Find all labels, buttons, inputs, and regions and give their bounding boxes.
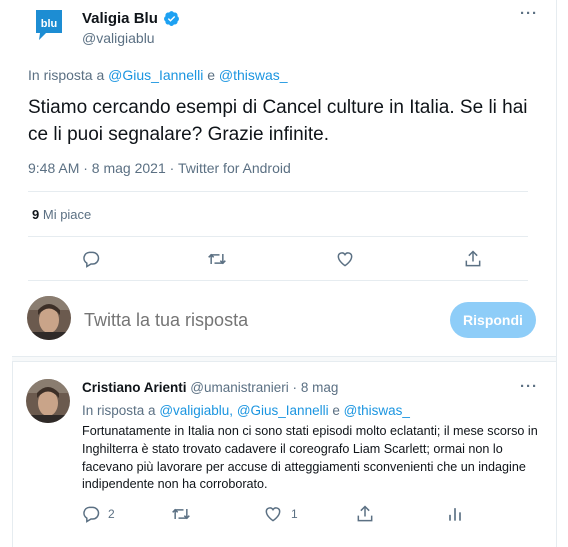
reply-prefix: In risposta a: [28, 67, 105, 83]
mention-link[interactable]: @Gius_Iannelli: [237, 403, 329, 418]
reply-count: 2: [108, 507, 115, 521]
logo-text: blu: [41, 18, 58, 30]
reply-context: In risposta a @valigiablu, @Gius_Iannell…: [82, 403, 410, 418]
more-options-icon[interactable]: ···: [520, 5, 538, 22]
reply-action[interactable]: [80, 248, 102, 270]
likes-stat[interactable]: 9 Mi piace: [32, 207, 91, 222]
retweet-action[interactable]: [170, 503, 192, 525]
author-handle[interactable]: @valigiablu: [82, 30, 180, 46]
reply-context: In risposta a @Gius_Iannelli e @thiswas_: [28, 67, 288, 83]
valigia-blu-logo[interactable]: blu: [34, 9, 64, 42]
verified-badge-icon: [163, 11, 179, 26]
share-icon: [465, 250, 481, 267]
reply-timestamp[interactable]: 8 mag: [301, 380, 339, 395]
retweet-icon: [172, 508, 190, 520]
reply-conjunction: e: [332, 403, 340, 418]
main-tweet: blu Valigia Blu @valigiablu ··· In rispo…: [0, 0, 556, 281]
section-separator: [12, 356, 556, 362]
reply-conjunction: e: [207, 67, 215, 83]
mention-link[interactable]: @thiswas_: [219, 67, 288, 83]
divider: [28, 280, 528, 281]
reply-author-handle[interactable]: @umanistranieri: [190, 380, 289, 395]
author-name[interactable]: Valigia Blu: [82, 10, 158, 27]
reply-header: Cristiano Arienti @umanistranieri · 8 ma…: [82, 380, 338, 395]
heart-icon: [337, 252, 353, 267]
like-action[interactable]: [262, 503, 284, 525]
separator-dot: ·: [292, 380, 298, 395]
user-avatar[interactable]: [27, 296, 71, 340]
share-action[interactable]: [354, 503, 376, 525]
like-action[interactable]: [334, 248, 356, 270]
share-icon: [357, 505, 373, 522]
divider: [28, 236, 528, 237]
mention-link[interactable]: @valigiablu,: [159, 403, 233, 418]
divider: [28, 191, 528, 192]
retweet-action[interactable]: [206, 248, 228, 270]
mention-link[interactable]: @thiswas_: [344, 403, 410, 418]
tweet-author[interactable]: Valigia Blu @valigiablu: [82, 10, 180, 46]
reply-author-avatar[interactable]: [26, 379, 70, 423]
share-action[interactable]: [462, 248, 484, 270]
reply-text: Fortunatamente in Italia non ci sono sta…: [82, 424, 538, 492]
reply-prefix: In risposta a: [82, 403, 156, 418]
reply-button[interactable]: Rispondi: [450, 302, 536, 338]
analytics-action[interactable]: [444, 503, 466, 525]
frame-border-right: [556, 0, 557, 547]
tweet-text: Stiamo cercando esempi di Cancel culture…: [28, 97, 528, 145]
like-count: 1: [291, 507, 298, 521]
heart-icon: [265, 507, 281, 522]
thread-border-left: [12, 360, 13, 547]
reply-input[interactable]: [84, 310, 384, 331]
more-options-icon[interactable]: ···: [520, 378, 538, 395]
reply-icon: [83, 251, 100, 268]
reply-author-name[interactable]: Cristiano Arienti: [82, 380, 187, 395]
tweet-timestamp[interactable]: 9:48 AM · 8 mag 2021 · Twitter for Andro…: [28, 160, 291, 176]
likes-label: Mi piace: [42, 207, 92, 222]
likes-count: 9: [32, 207, 40, 222]
reply-icon: [83, 506, 100, 523]
mention-link[interactable]: @Gius_Iannelli: [108, 67, 203, 83]
analytics-icon: [449, 508, 461, 521]
retweet-icon: [208, 253, 226, 265]
reply-action[interactable]: [80, 503, 102, 525]
